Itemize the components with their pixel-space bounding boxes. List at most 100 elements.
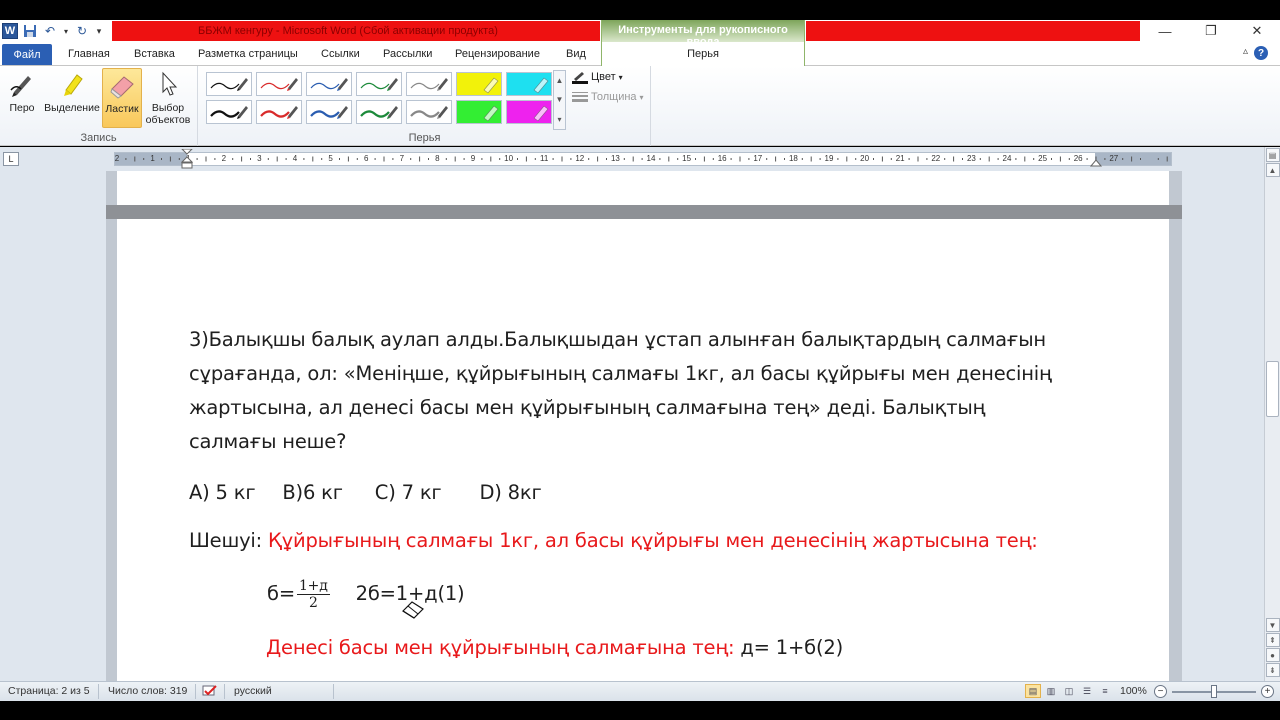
vertical-scrollbar[interactable]: ▤ ▲ ▼ ⇞ ● ⇟ <box>1264 147 1280 681</box>
page-indicator[interactable]: Страница: 2 из 5 <box>8 685 90 697</box>
highlighter-button[interactable]: Выделение <box>43 68 101 128</box>
select-objects-button[interactable]: Выбор объектов <box>143 68 193 128</box>
previous-page-icon[interactable]: ⇞ <box>1265 633 1280 647</box>
pen-style-swatch[interactable] <box>256 72 302 96</box>
equation-1: б= 1+д 2 2б=1+д(1) <box>267 577 465 611</box>
option-c: С) 7 кг <box>374 481 442 504</box>
solution-line: Шешуі: Құйрығының салмағы 1кг, ал басы қ… <box>189 524 1038 558</box>
scroll-down-icon[interactable]: ▼ <box>1265 618 1280 632</box>
undo-dropdown-icon[interactable]: ▾ <box>62 23 70 39</box>
pen-gallery-scroll[interactable]: ▲ ▼ ▾ <box>553 70 566 130</box>
outline-view-icon[interactable]: ☰ <box>1079 684 1095 698</box>
right-indent-marker-icon[interactable] <box>1090 157 1102 167</box>
problem-line: салмағы неше? <box>189 430 347 453</box>
scroll-up-icon[interactable]: ▲ <box>1265 163 1280 177</box>
ruler-number: 9 <box>470 154 476 163</box>
pen-style-swatch[interactable] <box>456 72 502 96</box>
minimize-icon[interactable]: — <box>1142 20 1188 42</box>
ruler-number: 15 <box>682 154 692 163</box>
browse-object-icon[interactable]: ● <box>1265 648 1280 662</box>
save-icon[interactable] <box>22 23 38 39</box>
tab-references[interactable]: Ссылки <box>321 48 360 60</box>
tab-view[interactable]: Вид <box>566 48 586 60</box>
pen-style-swatch[interactable] <box>206 72 252 96</box>
pen-style-swatch[interactable] <box>306 100 352 124</box>
pen-style-swatch[interactable] <box>506 72 552 96</box>
problem-line: сұрағанда, ол: «Меніңше, құйрығының салм… <box>189 362 1052 385</box>
indent-marker-icon[interactable] <box>181 149 193 169</box>
pen-style-swatch[interactable] <box>356 72 402 96</box>
pen-stroke-icon <box>360 106 398 119</box>
previous-page-bottom <box>117 171 1169 205</box>
horizontal-ruler[interactable]: 2112345678910111213141516171819202122232… <box>114 149 1172 169</box>
full-screen-reading-icon[interactable]: ▥ <box>1043 684 1059 698</box>
quick-access-toolbar: W ↶ ▾ ↻ ▾ <box>0 20 104 42</box>
tab-page-layout[interactable]: Разметка страницы <box>198 48 298 60</box>
zoom-level[interactable]: 100% <box>1120 685 1147 697</box>
status-separator <box>98 684 99 699</box>
tab-selector[interactable]: L <box>3 152 19 166</box>
eq1-fraction: 1+д 2 <box>296 578 330 611</box>
help-icon[interactable]: ? <box>1254 46 1268 60</box>
pen-style-swatch[interactable] <box>306 72 352 96</box>
tab-review[interactable]: Рецензирование <box>455 48 540 60</box>
pen-style-swatch[interactable] <box>356 100 402 124</box>
window-title: ББЖМ кенгуру - Microsoft Word (Сбой акти… <box>112 21 600 41</box>
pen-stroke-icon <box>260 106 298 119</box>
ruler-number: 1 <box>150 154 155 163</box>
word-logo-icon[interactable]: W <box>2 23 18 39</box>
pen-style-swatch[interactable] <box>406 100 452 124</box>
pen-stroke-icon <box>210 106 248 119</box>
customize-qat-icon[interactable]: ▾ <box>94 23 104 39</box>
tab-pens[interactable]: Перья <box>601 42 805 67</box>
word-count[interactable]: Число слов: 319 <box>108 685 187 697</box>
redo-icon[interactable]: ↻ <box>74 23 90 39</box>
close-icon[interactable]: ✕ <box>1234 20 1280 42</box>
pen-stroke-icon <box>410 78 448 91</box>
scroll-nav-buttons: ▼ ⇞ ● ⇟ <box>1265 617 1280 677</box>
pen-style-swatch[interactable] <box>206 100 252 124</box>
ruler-number: 8 <box>435 154 440 163</box>
gallery-up-icon[interactable]: ▲ <box>556 76 564 85</box>
pen-style-swatch[interactable] <box>256 100 302 124</box>
draft-view-icon[interactable]: ≡ <box>1097 684 1113 698</box>
restore-icon[interactable]: ❐ <box>1188 20 1234 42</box>
tab-file[interactable]: Файл <box>2 44 52 65</box>
zoom-out-icon[interactable]: − <box>1154 685 1167 698</box>
zoom-slider-thumb[interactable] <box>1211 685 1217 698</box>
select-objects-label: Выбор объектов <box>145 102 191 126</box>
pen-thickness-dropdown[interactable]: Толщина ▾ <box>572 91 644 103</box>
ruler-toggle-icon[interactable]: ▤ <box>1265 148 1280 162</box>
proofing-icon[interactable] <box>202 685 218 701</box>
highlighter-pen-icon <box>483 77 499 94</box>
next-page-icon[interactable]: ⇟ <box>1265 663 1280 677</box>
highlighter-pen-icon <box>533 77 549 94</box>
pen-style-swatch[interactable] <box>406 72 452 96</box>
pen-style-swatch[interactable] <box>456 100 502 124</box>
scrollbar-thumb[interactable] <box>1266 361 1279 417</box>
highlighter-label: Выделение <box>44 102 100 114</box>
pen-color-dropdown[interactable]: Цвет ▾ <box>572 70 623 84</box>
minimize-ribbon-icon[interactable]: ▵ <box>1243 46 1248 57</box>
pen-style-swatch[interactable] <box>506 100 552 124</box>
eraser-icon <box>106 69 138 101</box>
ruler-number: 26 <box>1073 154 1083 163</box>
ruler-number: 17 <box>753 154 763 163</box>
web-layout-icon[interactable]: ◫ <box>1061 684 1077 698</box>
tab-home[interactable]: Главная <box>68 48 110 60</box>
tab-insert[interactable]: Вставка <box>134 48 175 60</box>
document-page[interactable]: 3)Балықшы балық аулап алды.Балықшыдан ұс… <box>117 219 1169 681</box>
gallery-down-icon[interactable]: ▼ <box>556 95 564 104</box>
language-indicator[interactable]: русский <box>234 685 272 697</box>
pen-button[interactable]: Перо <box>4 68 40 128</box>
line-thickness-icon <box>572 92 588 102</box>
undo-icon[interactable]: ↶ <box>42 23 58 39</box>
gallery-more-icon[interactable]: ▾ <box>557 115 561 124</box>
highlighter-pen-icon <box>533 105 549 122</box>
tab-mailings[interactable]: Рассылки <box>383 48 432 60</box>
print-layout-view-icon[interactable]: ▤ <box>1025 684 1041 698</box>
zoom-in-icon[interactable]: + <box>1261 685 1274 698</box>
ruler-number: 25 <box>1038 154 1048 163</box>
eraser-button[interactable]: Ластик <box>102 68 142 128</box>
pen-thickness-label: Толщина <box>591 91 637 103</box>
